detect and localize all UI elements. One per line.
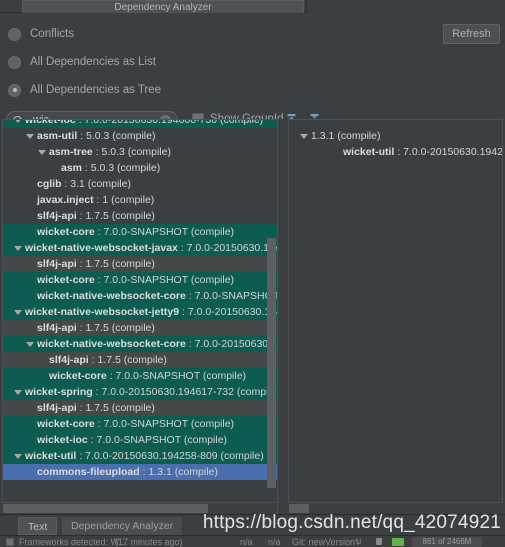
dependency-tree-panel[interactable]: wicket-ioc : 7.0.0-20150630.194600-730 (…: [2, 119, 278, 514]
tree-row-label: javax.inject : 1 (compile): [37, 194, 155, 206]
tree-row-label: cglib : 3.1 (compile): [37, 178, 131, 190]
tree-row[interactable]: wicket-native-websocket-core : 7.0.0-SNA…: [3, 288, 277, 304]
tree-row-label: wicket-util : 7.0.0-20150630.194258-809 …: [343, 146, 502, 158]
tree-row[interactable]: wicket-native-websocket-javax : 7.0.0-20…: [3, 240, 277, 256]
tree-row[interactable]: slf4j-api : 1.7.5 (compile): [3, 256, 277, 272]
tree-row[interactable]: slf4j-api : 1.7.5 (compile): [3, 208, 277, 224]
status-git-branch[interactable]: Git: newVersion*: [292, 537, 359, 547]
status-column-1: n/a: [240, 537, 253, 547]
tree-row-label: wicket-core : 7.0.0-SNAPSHOT (compile): [37, 226, 235, 238]
chevron-down-icon[interactable]: [38, 150, 46, 155]
tab-text[interactable]: Text: [18, 517, 58, 535]
tree-row-label: asm : 5.0.3 (compile): [61, 162, 161, 174]
lock-icon[interactable]: [376, 538, 382, 545]
status-column-2: n/a: [268, 537, 281, 547]
tree-row-label: asm-util : 5.0.3 (compile): [37, 130, 156, 142]
tree-row-label: 1.3.1 (compile): [311, 130, 381, 142]
tree-row[interactable]: wicket-util : 7.0.0-20150630.194258-809 …: [3, 448, 277, 464]
radio-conflicts-label: Conflicts: [30, 28, 75, 40]
tree-row[interactable]: wicket-native-websocket-core : 7.0.0-201…: [3, 336, 277, 352]
tree-row-label: slf4j-api : 1.7.5 (compile): [37, 258, 155, 270]
refresh-button[interactable]: Refresh: [443, 24, 500, 44]
tree-horizontal-scrollbar-thumb[interactable]: [3, 504, 208, 513]
tree-row[interactable]: slf4j-api : 1.7.5 (compile): [3, 400, 277, 416]
radio-all-dependencies-as-tree-dot: [8, 83, 21, 97]
usages-tree[interactable]: 1.3.1 (compile) wicket-util : 7.0.0-20150…: [289, 128, 502, 160]
tree-row[interactable]: commons-fileupload : 1.3.1 (compile): [3, 464, 277, 480]
tree-row-label: wicket-core : 7.0.0-SNAPSHOT (compile): [37, 274, 235, 286]
tree-row-label: wicket-native-websocket-core : 7.0.0-201…: [37, 338, 277, 350]
chevron-down-icon[interactable]: [300, 134, 308, 139]
inspection-status-icon[interactable]: [392, 538, 404, 546]
analyzer-panels: wicket-ioc : 7.0.0-20150630.194600-730 (…: [0, 119, 505, 514]
tree-row[interactable]: slf4j-api : 1.7.5 (compile): [3, 352, 277, 368]
tree-row[interactable]: slf4j-api : 1.7.5 (compile): [3, 320, 277, 336]
radio-conflicts-dot: [8, 27, 21, 41]
tree-row[interactable]: 1.3.1 (compile): [289, 128, 502, 144]
radio-conflicts[interactable]: Conflicts: [8, 24, 74, 44]
radio-all-dependencies-as-list[interactable]: All Dependencies as List: [8, 52, 156, 72]
status-bar-checkbox[interactable]: [6, 538, 14, 546]
dependency-analyzer-window: Dependency Analyzer Conflicts All Depend…: [0, 0, 505, 547]
tree-row[interactable]: javax.inject : 1 (compile): [3, 192, 277, 208]
tree-row[interactable]: wicket-ioc : 7.0.0-20150630.194600-730 (…: [3, 119, 277, 128]
status-frameworks-detected[interactable]: Frameworks detected: W…: [19, 537, 128, 547]
tree-row[interactable]: wicket-spring : 7.0.0-20150630.194617-73…: [3, 384, 277, 400]
tab-dependency-analyzer-bottom[interactable]: Dependency Analyzer: [62, 517, 183, 535]
tree-row-label: slf4j-api : 1.7.5 (compile): [37, 322, 155, 334]
tree-row-label: wicket-ioc : 7.0.0-20150630.194600-730 (…: [25, 119, 264, 126]
tree-row[interactable]: wicket-core : 7.0.0-SNAPSHOT (compile): [3, 368, 277, 384]
dependency-tree[interactable]: wicket-ioc : 7.0.0-20150630.194600-730 (…: [3, 120, 277, 480]
tree-row[interactable]: asm-tree : 5.0.3 (compile): [3, 144, 277, 160]
options-panel: Conflicts All Dependencies as List All D…: [0, 13, 505, 129]
chevron-down-icon[interactable]: [14, 454, 22, 459]
usages-panel[interactable]: 1.3.1 (compile) wicket-util : 7.0.0-20150…: [288, 119, 503, 514]
tree-row[interactable]: wicket-ioc : 7.0.0-SNAPSHOT (compile): [3, 432, 277, 448]
radio-all-dependencies-as-tree[interactable]: All Dependencies as Tree: [8, 80, 161, 100]
tree-row-label: wicket-ioc : 7.0.0-SNAPSHOT (compile): [37, 434, 228, 446]
tree-row-label: wicket-util : 7.0.0-20150630.194258-809 …: [25, 450, 264, 462]
memory-indicator[interactable]: 861 of 2466M: [412, 537, 482, 547]
chevron-down-icon[interactable]: [26, 134, 34, 139]
radio-all-dependencies-as-tree-label: All Dependencies as Tree: [30, 84, 162, 96]
chevron-down-icon[interactable]: [14, 390, 22, 395]
tree-row[interactable]: wicket-core : 7.0.0-SNAPSHOT (compile): [3, 272, 277, 288]
tree-row-label: slf4j-api : 1.7.5 (compile): [37, 402, 155, 414]
tree-row[interactable]: wicket-util : 7.0.0-20150630.194258-809 …: [289, 144, 502, 160]
tree-row-label: slf4j-api : 1.7.5 (compile): [37, 210, 155, 222]
tree-row-label: commons-fileupload : 1.3.1 (compile): [37, 466, 218, 478]
chevron-down-icon[interactable]: [26, 342, 34, 347]
status-bar: Frameworks detected: W… (17 minutes ago)…: [0, 535, 505, 547]
tree-row[interactable]: asm-util : 5.0.3 (compile): [3, 128, 277, 144]
tree-row-label: asm-tree : 5.0.3 (compile): [49, 146, 171, 158]
tree-vertical-scrollbar-thumb[interactable]: [267, 238, 276, 488]
tree-row-label: slf4j-api : 1.7.5 (compile): [49, 354, 167, 366]
tree-vertical-scrollbar[interactable]: [267, 238, 276, 498]
tree-row[interactable]: wicket-core : 7.0.0-SNAPSHOT (compile): [3, 416, 277, 432]
tree-row[interactable]: wicket-native-websocket-jetty9 : 7.0.0-2…: [3, 304, 277, 320]
radio-all-dependencies-as-list-dot: [8, 55, 21, 69]
tool-window-tabstrip: Dependency Analyzer: [0, 0, 505, 13]
tree-row-label: wicket-spring : 7.0.0-20150630.194617-73…: [25, 386, 277, 398]
status-branch-icon: ↲: [355, 537, 363, 547]
tree-row-label: wicket-core : 7.0.0-SNAPSHOT (compile): [37, 418, 235, 430]
status-timestamp: (17 minutes ago): [115, 537, 183, 547]
tab-dependency-analyzer[interactable]: Dependency Analyzer: [22, 0, 304, 13]
tree-row-label: wicket-native-websocket-core : 7.0.0-SNA…: [37, 290, 277, 302]
watermark-url: https://blog.csdn.net/qq_42074921: [202, 512, 501, 533]
tree-row-label: wicket-core : 7.0.0-SNAPSHOT (compile): [49, 370, 247, 382]
tree-row[interactable]: cglib : 3.1 (compile): [3, 176, 277, 192]
chevron-down-icon[interactable]: [14, 120, 22, 123]
chevron-down-icon[interactable]: [14, 246, 22, 251]
tabstrip-filler: [306, 0, 505, 13]
tree-row[interactable]: asm : 5.0.3 (compile): [3, 160, 277, 176]
radio-all-dependencies-as-list-label: All Dependencies as List: [30, 56, 156, 68]
tree-row-label: wicket-native-websocket-jetty9 : 7.0.0-2…: [25, 306, 277, 318]
tree-row-label: wicket-native-websocket-javax : 7.0.0-20…: [25, 242, 277, 254]
tree-row[interactable]: wicket-core : 7.0.0-SNAPSHOT (compile): [3, 224, 277, 240]
chevron-down-icon[interactable]: [14, 310, 22, 315]
